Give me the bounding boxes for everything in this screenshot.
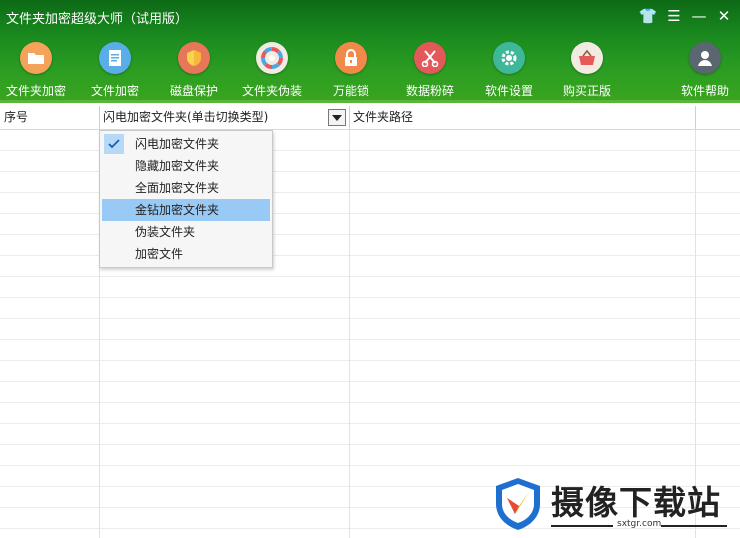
basket-icon bbox=[571, 42, 603, 74]
gear-icon bbox=[493, 42, 525, 74]
menu-item-full-encrypt[interactable]: 全面加密文件夹 bbox=[102, 177, 270, 199]
toolbar-label: 文件夹加密 bbox=[5, 84, 66, 98]
toolbar-label: 文件夹伪装 bbox=[241, 84, 302, 98]
toolbar-data-shred-button[interactable]: 数据粉碎 bbox=[392, 42, 468, 99]
document-icon bbox=[99, 42, 131, 74]
hamburger-icon: ☰ bbox=[667, 7, 681, 25]
column-header-index[interactable]: 序号 bbox=[0, 106, 99, 129]
encrypt-type-dropdown-button[interactable] bbox=[328, 109, 346, 126]
menu-item-label: 全面加密文件夹 bbox=[135, 181, 220, 195]
lock-icon bbox=[335, 42, 367, 74]
close-icon: ✕ bbox=[717, 7, 731, 25]
toolbar-label: 软件帮助 bbox=[680, 84, 729, 98]
minimize-button[interactable]: — bbox=[688, 5, 710, 27]
menu-item-label: 闪电加密文件夹 bbox=[135, 137, 220, 151]
column-header-encrypt-type[interactable]: 闪电加密文件夹(单击切换类型) bbox=[99, 106, 328, 129]
skin-button[interactable]: 👕 bbox=[637, 5, 659, 27]
title-bar-header: 文件夹加密超级大师（试用版） 👕 ☰ — ✕ 文件夹加密 文件加密 磁盘保护 文… bbox=[0, 0, 740, 103]
watermark-title: 摄像下载站 bbox=[551, 483, 721, 522]
menu-button[interactable]: ☰ bbox=[663, 5, 685, 27]
menu-item-lightning-encrypt[interactable]: 闪电加密文件夹 bbox=[102, 133, 270, 155]
folder-icon bbox=[20, 42, 52, 74]
toolbar-label: 购买正版 bbox=[562, 84, 611, 98]
column-header-folder-path[interactable]: 文件夹路径 bbox=[349, 106, 693, 129]
toolbar-buy-button[interactable]: 购买正版 bbox=[549, 42, 625, 99]
shirt-icon: 👕 bbox=[638, 7, 658, 25]
watermark: 摄像下载站 sxtgr.com bbox=[493, 474, 729, 534]
header-divider bbox=[99, 106, 100, 129]
watermark-logo-icon bbox=[496, 478, 540, 530]
table-header: 序号 闪电加密文件夹(单击切换类型) 文件夹路径 bbox=[0, 106, 740, 130]
menu-item-disguise-folder[interactable]: 伪装文件夹 bbox=[102, 221, 270, 243]
toolbar-label: 万能锁 bbox=[332, 84, 369, 98]
shield-icon bbox=[178, 42, 210, 74]
watermark-rule bbox=[551, 525, 613, 527]
toolbar-label: 数据粉碎 bbox=[405, 84, 454, 98]
toolbar-label: 软件设置 bbox=[484, 84, 533, 98]
header-divider bbox=[695, 106, 696, 129]
toolbar-help-button[interactable]: 软件帮助 bbox=[667, 42, 740, 99]
menu-item-hidden-encrypt[interactable]: 隐藏加密文件夹 bbox=[102, 155, 270, 177]
menu-item-label: 隐藏加密文件夹 bbox=[135, 159, 220, 173]
column-divider bbox=[349, 106, 350, 538]
color-wheel-icon bbox=[256, 42, 288, 74]
toolbar-disk-protect-button[interactable]: 磁盘保护 bbox=[156, 42, 232, 99]
checkmark-icon bbox=[104, 134, 124, 154]
toolbar-label: 磁盘保护 bbox=[169, 84, 218, 98]
menu-item-label: 金钻加密文件夹 bbox=[135, 203, 220, 217]
minimize-icon: — bbox=[691, 7, 707, 25]
toolbar-universal-lock-button[interactable]: 万能锁 bbox=[313, 42, 389, 99]
menu-item-gold-diamond-encrypt[interactable]: 金钻加密文件夹 bbox=[102, 199, 270, 221]
encrypt-type-menu: 闪电加密文件夹 隐藏加密文件夹 全面加密文件夹 金钻加密文件夹 伪装文件夹 加密… bbox=[99, 130, 273, 268]
toolbar-folder-disguise-button[interactable]: 文件夹伪装 bbox=[234, 42, 310, 99]
toolbar-label: 文件加密 bbox=[90, 84, 139, 98]
window-title: 文件夹加密超级大师（试用版） bbox=[6, 12, 189, 27]
toolbar-folder-encrypt-button[interactable]: 文件夹加密 bbox=[0, 42, 74, 99]
menu-item-label: 加密文件 bbox=[135, 247, 184, 261]
toolbar-settings-button[interactable]: 软件设置 bbox=[471, 42, 547, 99]
scissors-icon bbox=[414, 42, 446, 74]
toolbar-file-encrypt-button[interactable]: 文件加密 bbox=[77, 42, 153, 99]
menu-item-encrypt-file[interactable]: 加密文件 bbox=[102, 243, 270, 265]
menu-item-label: 伪装文件夹 bbox=[135, 225, 196, 239]
close-button[interactable]: ✕ bbox=[713, 5, 735, 27]
header-divider bbox=[349, 106, 350, 129]
watermark-rule bbox=[661, 525, 727, 527]
watermark-url: sxtgr.com bbox=[617, 519, 662, 529]
user-icon bbox=[689, 42, 721, 74]
